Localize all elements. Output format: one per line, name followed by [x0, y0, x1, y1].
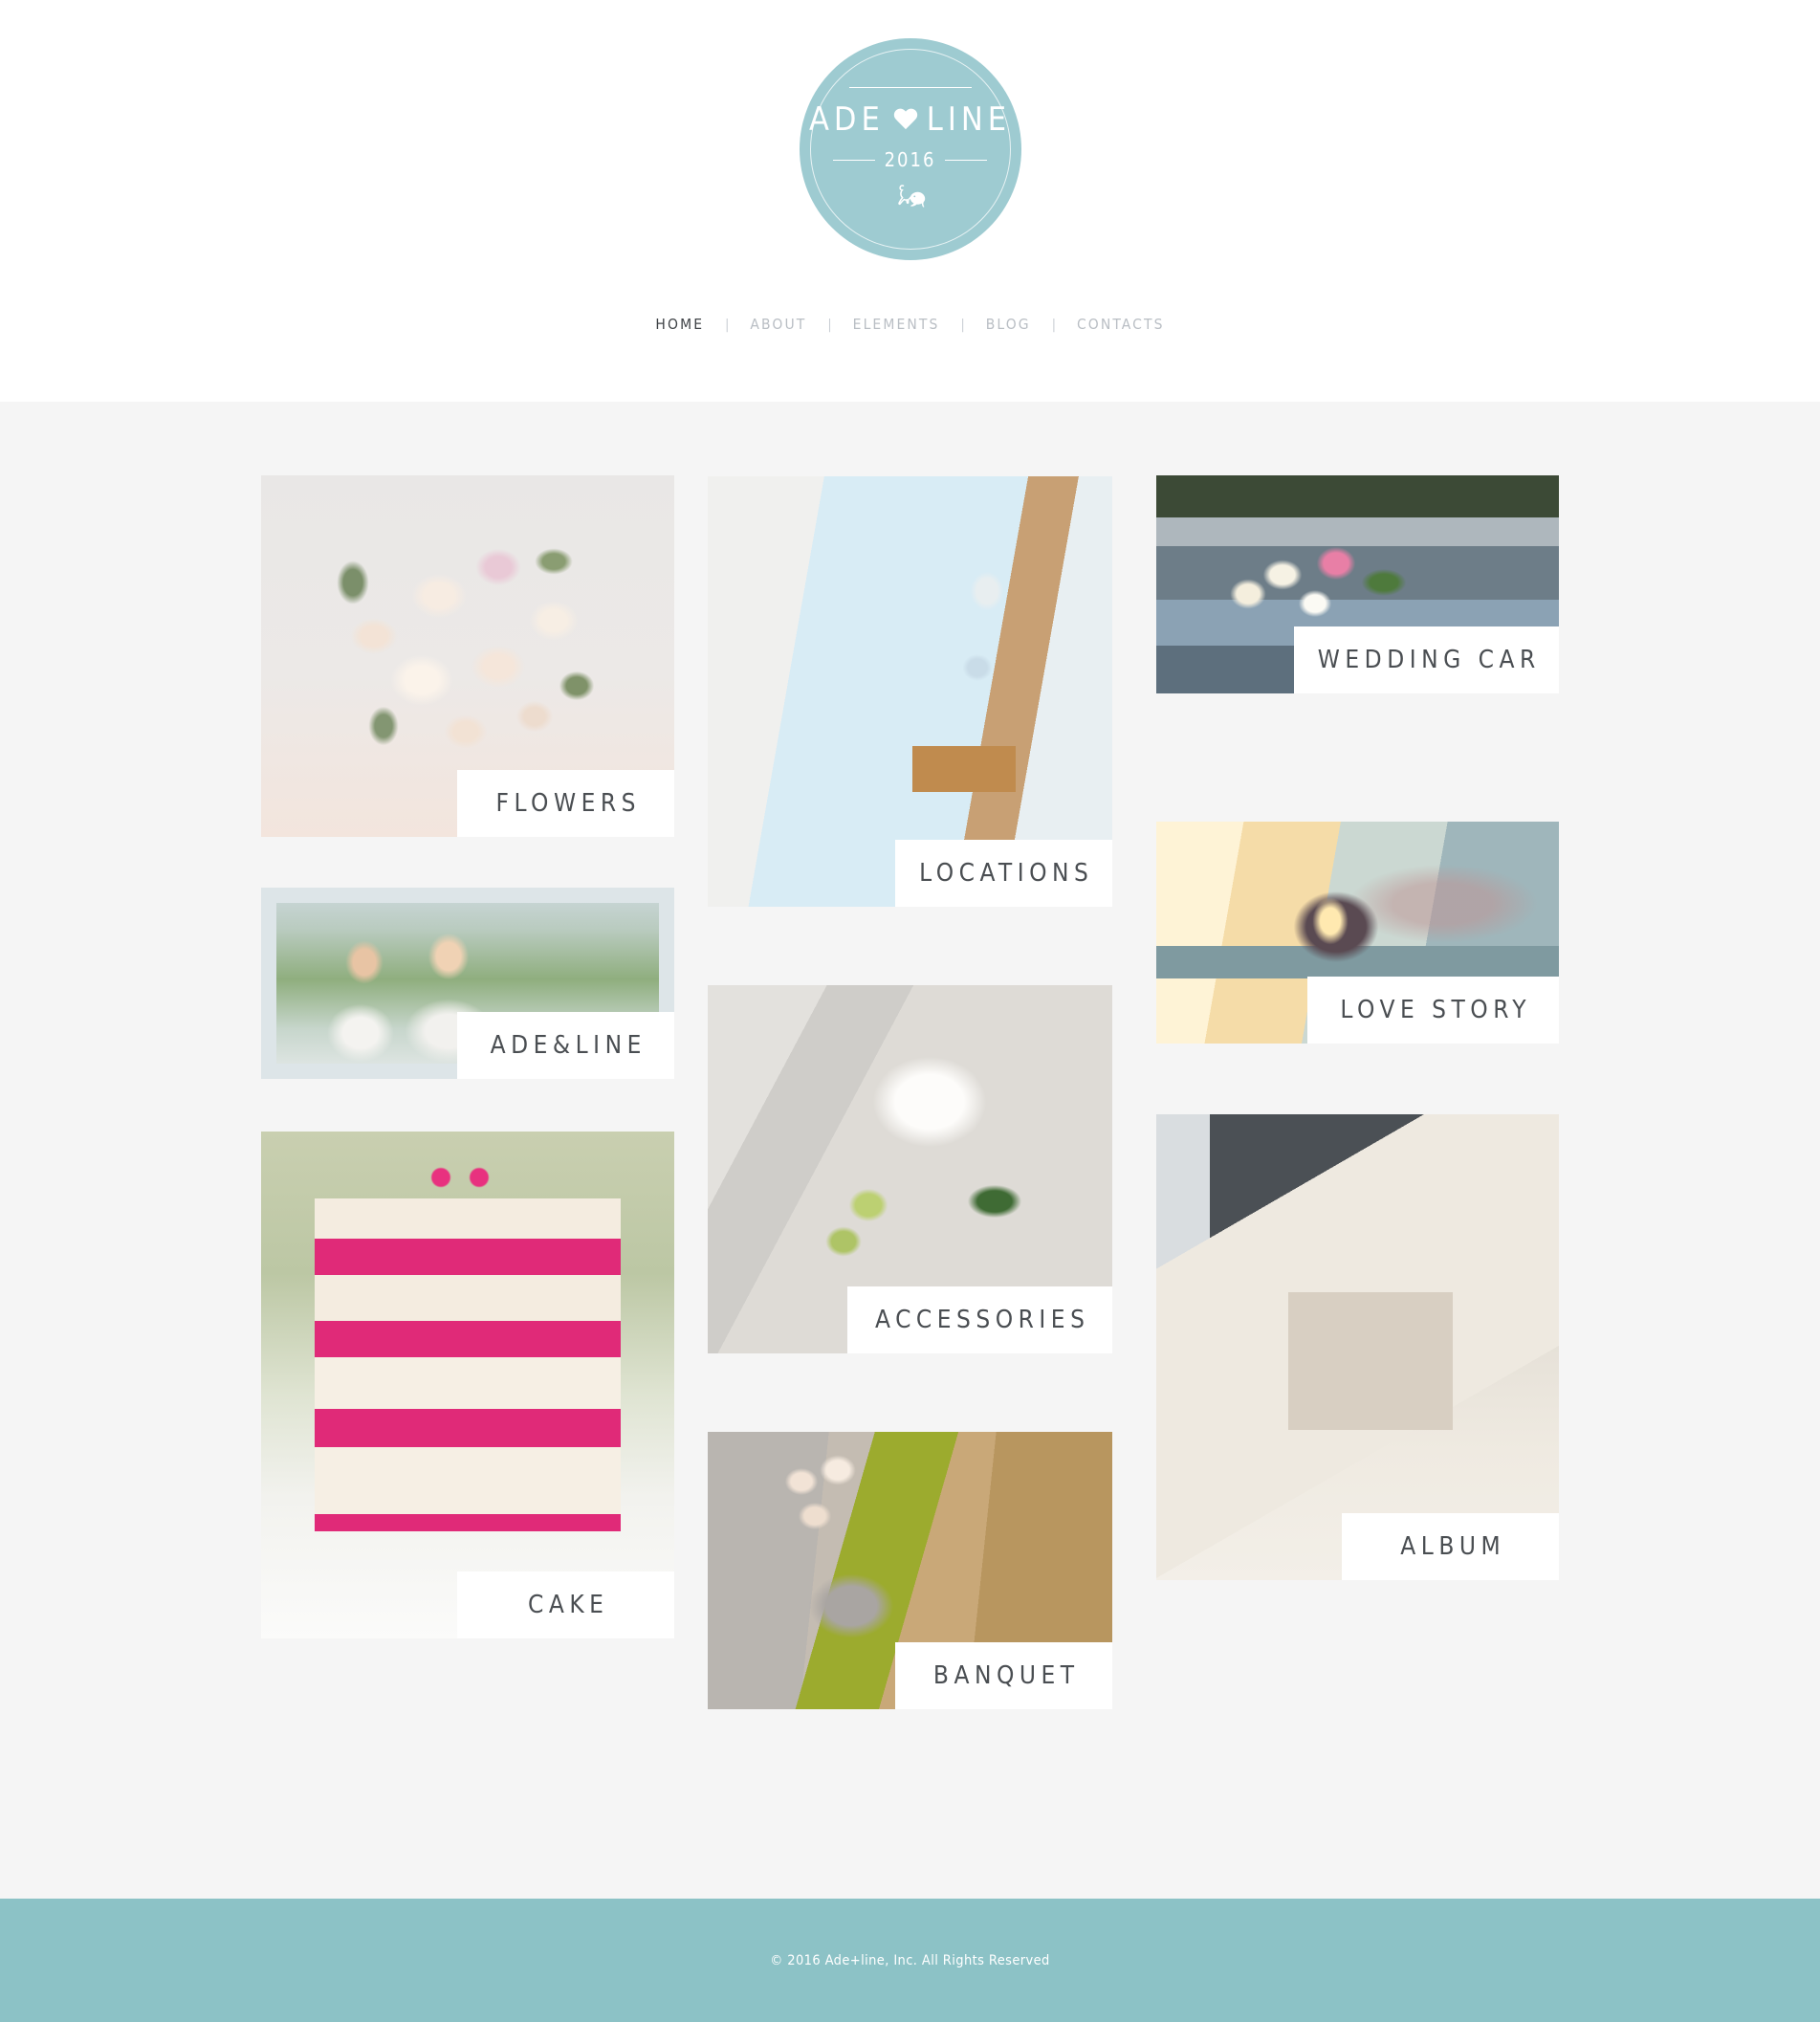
logo-inner-ring — [809, 49, 1011, 250]
tile-label: BANQUET — [932, 1661, 1080, 1690]
category-gallery: FLOWERS ADE&LINE CAKE LOCATIONS ACCESSOR… — [261, 475, 1559, 1805]
tile-label: ADE&LINE — [490, 1031, 647, 1060]
tile-label: CAKE — [528, 1591, 609, 1619]
site-footer: © 2016 Ade+line, Inc. All Rights Reserve… — [0, 1899, 1820, 2022]
logo-circle: ADE LINE 2016 — [799, 38, 1021, 260]
tile-label: LOCATIONS — [919, 859, 1094, 888]
heart-icon — [893, 109, 918, 132]
tile-caption-flowers[interactable]: FLOWERS — [457, 770, 674, 837]
gallery-tile-flowers[interactable]: FLOWERS — [261, 475, 674, 837]
nav-item-blog[interactable]: BLOG — [986, 317, 1031, 333]
site-header: ADE LINE 2016 HOME | ABOUT | ELEMENTS | … — [0, 0, 1820, 402]
gallery-tile-weddingcar[interactable]: WEDDING CAR — [1156, 475, 1559, 693]
site-logo[interactable]: ADE LINE 2016 — [799, 38, 1021, 260]
main-navigation: HOME | ABOUT | ELEMENTS | BLOG | CONTACT… — [0, 317, 1820, 333]
nav-item-contacts[interactable]: CONTACTS — [1077, 317, 1165, 333]
tile-label: WEDDING CAR — [1317, 646, 1541, 674]
tile-label: ALBUM — [1400, 1532, 1506, 1561]
gallery-tile-lovestory[interactable]: LOVE STORY — [1156, 822, 1559, 1044]
footer-copyright: © 2016 Ade+line, Inc. All Rights Reserve… — [770, 1952, 1050, 1968]
nav-separator: | — [1051, 317, 1056, 333]
gallery-tile-adeline[interactable]: ADE&LINE — [261, 888, 674, 1079]
tile-label: ACCESSORIES — [875, 1306, 1090, 1334]
tile-label: FLOWERS — [495, 789, 641, 818]
tile-caption-adeline[interactable]: ADE&LINE — [457, 1012, 674, 1079]
gallery-tile-locations[interactable]: LOCATIONS — [708, 476, 1112, 907]
nav-item-elements[interactable]: ELEMENTS — [853, 317, 940, 333]
gallery-tile-cake[interactable]: CAKE — [261, 1132, 674, 1638]
tile-caption-cake[interactable]: CAKE — [457, 1571, 674, 1638]
nav-separator: | — [960, 317, 965, 333]
tile-caption-lovestory[interactable]: LOVE STORY — [1307, 977, 1559, 1044]
tile-caption-album[interactable]: ALBUM — [1342, 1513, 1559, 1580]
tile-caption-accessories[interactable]: ACCESSORIES — [847, 1286, 1112, 1353]
nav-item-home[interactable]: HOME — [655, 317, 704, 333]
nav-item-about[interactable]: ABOUT — [750, 317, 806, 333]
tile-image-album — [1156, 1114, 1559, 1580]
nav-separator: | — [827, 317, 832, 333]
gallery-tile-banquet[interactable]: BANQUET — [708, 1432, 1112, 1709]
gallery-tile-album[interactable]: ALBUM — [1156, 1114, 1559, 1580]
tile-caption-weddingcar[interactable]: WEDDING CAR — [1294, 626, 1559, 693]
tile-image-cake — [261, 1132, 674, 1638]
tile-label: LOVE STORY — [1340, 996, 1532, 1024]
gallery-tile-accessories[interactable]: ACCESSORIES — [708, 985, 1112, 1353]
nav-separator: | — [725, 317, 730, 333]
tile-caption-banquet[interactable]: BANQUET — [895, 1642, 1112, 1709]
tile-caption-locations[interactable]: LOCATIONS — [895, 840, 1112, 907]
